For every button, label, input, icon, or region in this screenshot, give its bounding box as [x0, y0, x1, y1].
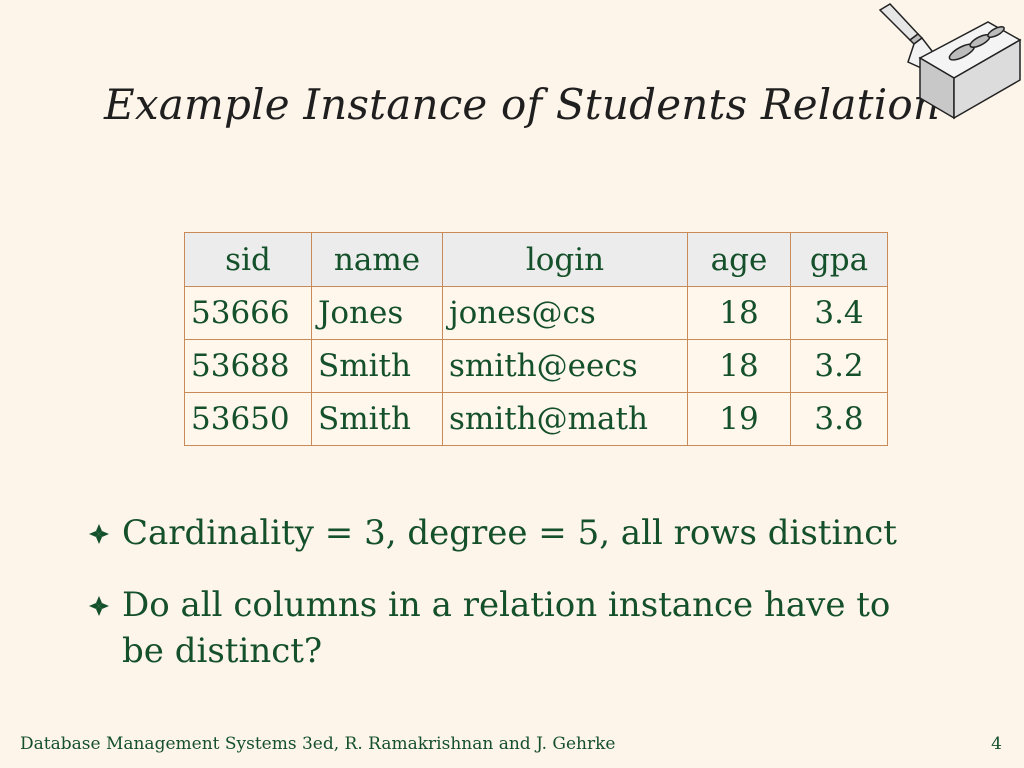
bullet-item: Cardinality = 3, degree = 5, all rows di…	[88, 510, 918, 556]
cell-gpa: 3.2	[790, 339, 888, 393]
slide: Example Instance of Students Relation si…	[0, 0, 1024, 768]
column-header-gpa: gpa	[790, 232, 888, 287]
cell-name: Smith	[311, 339, 443, 393]
cell-name: Smith	[311, 392, 443, 446]
bullet-item: Do all columns in a relation instance ha…	[88, 582, 918, 674]
column-header-sid: sid	[184, 232, 312, 287]
table-row: 53688 Smith smith@eecs 18 3.2	[184, 339, 888, 393]
cell-sid: 53688	[184, 339, 312, 393]
column-header-name: name	[311, 232, 443, 287]
bullet-text: Do all columns in a relation instance ha…	[122, 585, 891, 671]
footer-citation: Database Management Systems 3ed, R. Rama…	[20, 734, 616, 754]
cell-age: 18	[687, 286, 791, 340]
cell-login: smith@eecs	[442, 339, 688, 393]
cell-sid: 53650	[184, 392, 312, 446]
slide-title: Example Instance of Students Relation	[104, 80, 941, 129]
cell-age: 18	[687, 339, 791, 393]
students-relation-table: sid name login age gpa 53666 Jones jones…	[184, 232, 888, 446]
bullet-list: Cardinality = 3, degree = 5, all rows di…	[88, 510, 918, 700]
cell-name: Jones	[311, 286, 443, 340]
table-row: 53666 Jones jones@cs 18 3.4	[184, 286, 888, 340]
column-header-login: login	[442, 232, 688, 287]
diamond-bullet-icon	[89, 596, 109, 616]
table-header-row: sid name login age gpa	[184, 232, 888, 287]
cell-gpa: 3.4	[790, 286, 888, 340]
cell-gpa: 3.8	[790, 392, 888, 446]
cell-age: 19	[687, 392, 791, 446]
cell-sid: 53666	[184, 286, 312, 340]
cell-login: jones@cs	[442, 286, 688, 340]
diamond-bullet-icon	[89, 524, 109, 544]
brick-trowel-icon	[878, 3, 1022, 120]
table-row: 53650 Smith smith@math 19 3.8	[184, 392, 888, 446]
column-header-age: age	[687, 232, 791, 287]
bullet-text: Cardinality = 3, degree = 5, all rows di…	[122, 513, 897, 553]
cell-login: smith@math	[442, 392, 688, 446]
page-number: 4	[991, 734, 1002, 754]
